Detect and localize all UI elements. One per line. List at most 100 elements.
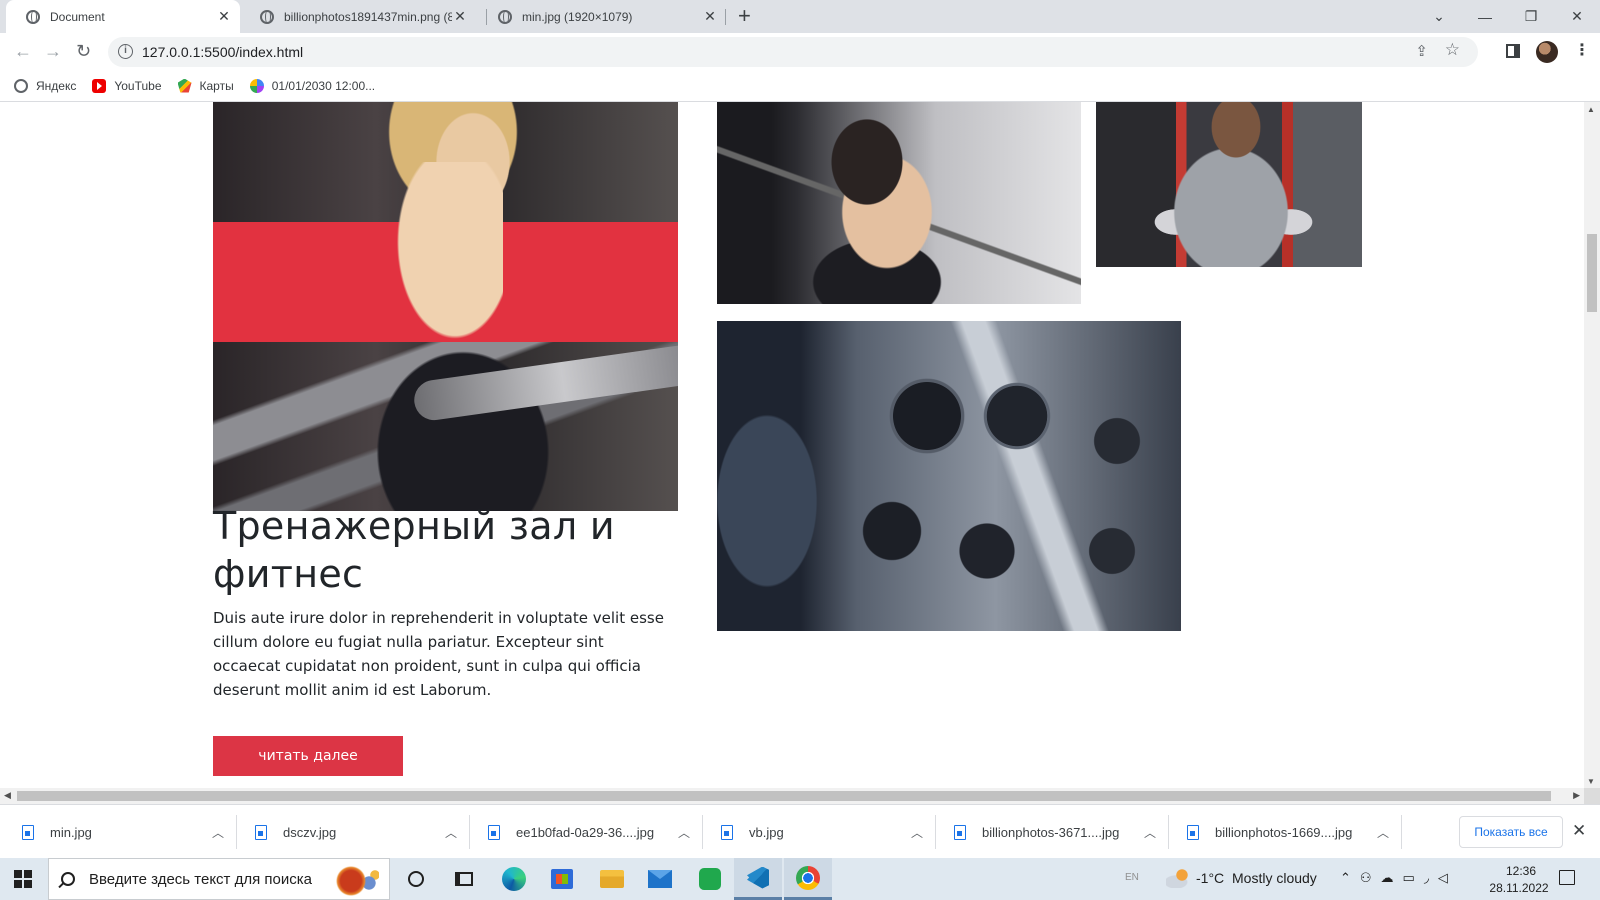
close-tab-icon[interactable]: ✕ [702, 8, 718, 25]
bookmark-label: Карты [199, 78, 234, 93]
taskbar-green-app[interactable] [686, 858, 734, 900]
download-item[interactable]: billionphotos-1669....jpg ︿ [1187, 805, 1389, 859]
weather-condition[interactable]: Mostly cloudy [1232, 870, 1317, 886]
share-icon[interactable]: ⇪ [1415, 42, 1428, 60]
chrome-icon [796, 865, 820, 890]
address-url[interactable]: 127.0.0.1:5500/index.html [142, 44, 303, 60]
download-name: ee1b0fad-0a29-36....jpg [516, 824, 655, 840]
download-separator [935, 815, 936, 849]
tab-title: min.jpg (1920×1079) [522, 9, 633, 24]
taskbar-store[interactable] [538, 858, 586, 900]
reload-icon[interactable]: ↻ [76, 41, 91, 61]
scroll-down-icon[interactable]: ▼ [1587, 777, 1595, 786]
back-icon[interactable]: ← [14, 41, 32, 61]
browser-toolbar: ← → ↻ i 127.0.0.1:5500/index.html ⇪ ☆ ⋮ [0, 33, 1600, 70]
vertical-scroll-thumb[interactable] [1587, 234, 1597, 312]
taskbar-search-box[interactable]: Введите здесь текст для поиска [48, 858, 390, 900]
close-window-button[interactable]: ✕ [1554, 0, 1600, 33]
download-item[interactable]: vb.jpg ︿ [721, 805, 923, 859]
dumbbell-rack-photo [717, 321, 1181, 631]
clock-time[interactable]: 12:36 [1496, 864, 1546, 878]
vertical-scrollbar[interactable]: ▲ ▼ [1584, 102, 1600, 788]
taskbar-chrome[interactable] [784, 858, 832, 900]
restore-button[interactable]: ❐ [1508, 0, 1554, 33]
search-icon [61, 872, 75, 886]
tab-min-jpg[interactable]: min.jpg (1920×1079) ✕ [478, 0, 726, 33]
bookmark-youtube[interactable]: YouTube [92, 78, 162, 93]
tab-document[interactable]: Document ✕ [6, 0, 240, 33]
bookmark-date[interactable]: 01/01/2030 12:00... [249, 78, 375, 93]
taskbar-vscode[interactable] [734, 858, 782, 900]
windows-taskbar: Введите здесь текст для поиска EN -1°C M… [0, 858, 1600, 900]
file-icon [488, 824, 500, 840]
download-name: billionphotos-1669....jpg [1215, 824, 1353, 840]
download-item[interactable]: dsczv.jpg ︿ [255, 805, 457, 859]
chevron-up-icon[interactable]: ︿ [212, 824, 224, 841]
globe-icon [26, 9, 40, 24]
system-tray-icons[interactable]: ⌃⚇☁▭◞◁ [1340, 870, 1457, 886]
taskbar-explorer[interactable] [588, 858, 636, 900]
bookmark-star-icon[interactable]: ☆ [1445, 40, 1460, 60]
tab-billionphotos[interactable]: billionphotos1891437min.png (8 ✕ [240, 0, 476, 33]
show-all-downloads-button[interactable]: Показать все [1459, 816, 1563, 848]
weather-icon[interactable] [1166, 868, 1190, 888]
chevron-up-icon[interactable]: ︿ [445, 824, 457, 841]
tab-search-icon[interactable]: ⌄ [1416, 0, 1462, 33]
taskbar-edge[interactable] [490, 858, 538, 900]
tab-title: billionphotos1891437min.png (8 [284, 9, 452, 24]
chevron-up-icon[interactable]: ︿ [678, 824, 690, 841]
address-bar[interactable]: i 127.0.0.1:5500/index.html ⇪ ☆ [108, 37, 1478, 67]
scroll-up-icon[interactable]: ▲ [1587, 105, 1595, 114]
app-icon [699, 868, 721, 890]
chevron-up-icon[interactable]: ︿ [1377, 824, 1389, 841]
file-icon [22, 824, 34, 840]
close-tab-icon[interactable]: ✕ [216, 8, 232, 25]
download-item[interactable]: billionphotos-3671....jpg ︿ [954, 805, 1156, 859]
horizontal-scrollbar[interactable]: ◀ ▶ [0, 788, 1584, 804]
download-separator [1168, 815, 1169, 849]
bookmark-maps[interactable]: Карты [177, 78, 234, 93]
close-tab-icon[interactable]: ✕ [452, 8, 468, 25]
language-indicator[interactable]: EN [1125, 872, 1139, 883]
dumbbell-curl-photo [1096, 102, 1362, 267]
download-name: vb.jpg [749, 824, 784, 840]
treadmill-runner-photo [213, 102, 678, 511]
download-name: dsczv.jpg [283, 824, 337, 840]
notification-icon[interactable] [1559, 870, 1575, 885]
mail-icon [648, 870, 672, 888]
windows-start-icon[interactable] [14, 870, 32, 888]
taskbar-mail[interactable] [636, 858, 684, 900]
horizontal-scroll-thumb[interactable] [17, 791, 1551, 801]
weather-temperature[interactable]: -1°C [1196, 870, 1224, 886]
download-separator [1401, 815, 1402, 849]
scrollbar-corner [1584, 788, 1600, 804]
clock-date[interactable]: 28.11.2022 [1484, 881, 1554, 895]
chevron-up-icon[interactable]: ︿ [911, 824, 923, 841]
forward-icon[interactable]: → [44, 41, 62, 61]
tab-title: Document [50, 9, 105, 24]
download-separator [469, 815, 470, 849]
cortana-button[interactable] [392, 858, 440, 900]
new-tab-button[interactable]: + [738, 4, 751, 28]
profile-avatar[interactable] [1536, 41, 1558, 63]
site-info-icon[interactable]: i [118, 44, 133, 59]
task-view-button[interactable] [440, 858, 488, 900]
downloads-bar: min.jpg ︿ dsczv.jpg ︿ ee1b0fad-0a29-36..… [0, 804, 1600, 858]
scroll-left-icon[interactable]: ◀ [4, 790, 11, 801]
read-more-button[interactable]: читать далее [213, 736, 403, 776]
download-separator [236, 815, 237, 849]
download-item[interactable]: ee1b0fad-0a29-36....jpg ︿ [488, 805, 690, 859]
minimize-button[interactable]: — [1462, 0, 1508, 33]
chevron-up-icon[interactable]: ︿ [1144, 824, 1156, 841]
download-item[interactable]: min.jpg ︿ [22, 805, 224, 859]
search-highlight-icon[interactable] [331, 863, 379, 897]
section-description: Duis aute irure dolor in reprehenderit i… [213, 609, 664, 699]
search-placeholder: Введите здесь текст для поиска [89, 870, 312, 888]
download-separator [702, 815, 703, 849]
scroll-right-icon[interactable]: ▶ [1573, 790, 1580, 801]
menu-icon[interactable]: ⋮ [1574, 41, 1590, 61]
close-downloads-icon[interactable]: ✕ [1572, 821, 1586, 841]
folder-icon [600, 870, 624, 888]
side-panel-icon[interactable] [1506, 44, 1520, 58]
bookmark-yandex[interactable]: Яндекс [14, 78, 76, 93]
